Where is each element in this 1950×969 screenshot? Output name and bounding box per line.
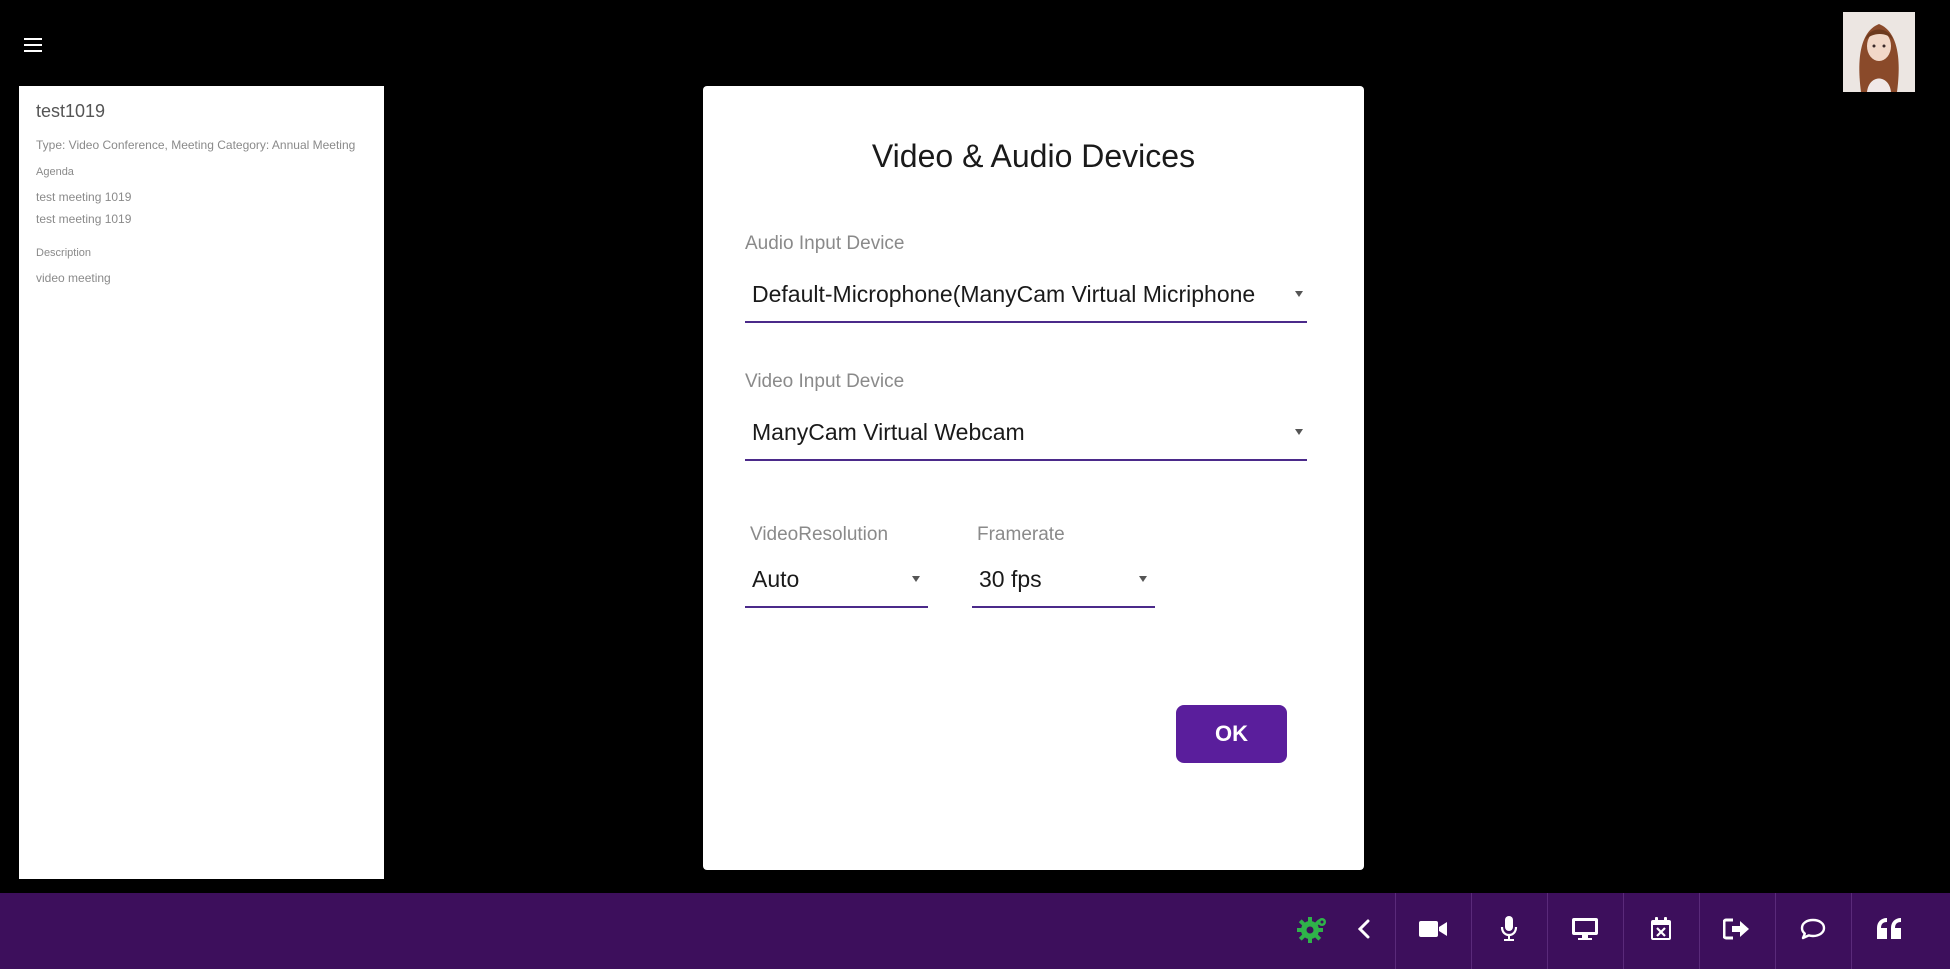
microphone-icon — [1500, 915, 1518, 947]
chevron-left-icon — [1356, 919, 1372, 944]
audio-input-label: Audio Input Device — [745, 233, 905, 254]
video-input-select[interactable]: ManyCam Virtual Webcam — [745, 417, 1307, 461]
chevron-down-icon — [1295, 291, 1303, 297]
audio-input-value: Default-Microphone(ManyCam Virtual Micri… — [752, 281, 1256, 307]
chat-icon — [1800, 918, 1826, 945]
agenda-label: Agenda — [36, 166, 74, 178]
video-resolution-select[interactable]: Auto — [745, 564, 928, 608]
meeting-title: test1019 — [36, 101, 106, 121]
audio-input-select[interactable]: Default-Microphone(ManyCam Virtual Micri… — [745, 279, 1307, 323]
video-resolution-value: Auto — [752, 566, 800, 592]
video-resolution-label: VideoResolution — [750, 524, 889, 545]
screen-share-button[interactable] — [1547, 893, 1623, 969]
schedule-button[interactable] — [1623, 893, 1699, 969]
ok-button[interactable]: OK — [1176, 705, 1287, 763]
meeting-info-panel: test1019 Type: Video Conference, Meeting… — [19, 86, 384, 879]
framerate-label: Framerate — [977, 524, 1065, 545]
device-settings-dialog: Video & Audio Devices Audio Input Device… — [703, 86, 1364, 870]
dialog-title: Video & Audio Devices — [871, 138, 1196, 174]
video-camera-icon — [1419, 920, 1447, 943]
agenda-item: test meeting 1019 — [36, 190, 132, 204]
quote-icon — [1876, 917, 1902, 945]
settings-icon — [1295, 914, 1329, 949]
chevron-down-icon — [912, 576, 920, 582]
self-video-thumbnail — [1843, 12, 1915, 92]
meeting-page: test1019 Type: Video Conference, Meeting… — [0, 0, 1950, 969]
camera-toggle-button[interactable] — [1395, 893, 1471, 969]
settings-button[interactable] — [1282, 893, 1342, 969]
chevron-down-icon — [1295, 429, 1303, 435]
meeting-type: Type: Video Conference, Meeting Category… — [36, 138, 356, 152]
collapse-toolbar-button[interactable] — [1334, 893, 1394, 969]
screen-share-icon — [1571, 917, 1599, 946]
microphone-toggle-button[interactable] — [1471, 893, 1547, 969]
calendar-icon — [1650, 916, 1672, 946]
meeting-toolbar — [0, 893, 1950, 969]
leave-icon — [1722, 918, 1751, 945]
meeting-description: video meeting — [36, 271, 111, 285]
agenda-item: test meeting 1019 — [36, 212, 132, 226]
framerate-select[interactable]: 30 fps — [972, 564, 1155, 608]
leave-meeting-button[interactable] — [1699, 893, 1775, 969]
framerate-value: 30 fps — [979, 566, 1042, 592]
chevron-down-icon — [1139, 576, 1147, 582]
menu-icon[interactable] — [24, 38, 42, 52]
video-input-label: Video Input Device — [745, 371, 905, 392]
description-label: Description — [36, 247, 92, 259]
chat-button[interactable] — [1775, 893, 1851, 969]
video-input-value: ManyCam Virtual Webcam — [752, 419, 1025, 445]
quote-button[interactable] — [1851, 893, 1927, 969]
